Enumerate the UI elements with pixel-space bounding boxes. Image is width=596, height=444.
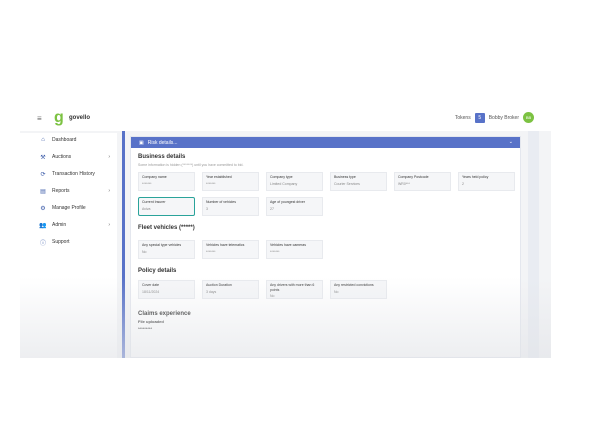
field-label: Vehicles have cameras [270, 243, 306, 247]
scrollbar[interactable] [528, 131, 539, 358]
field-current-insurer[interactable]: Current Insurer Aviva [138, 197, 195, 216]
field-company-type[interactable]: Company type Limited Company [266, 172, 323, 191]
field-label: Year established [206, 175, 232, 179]
tokens-label: Tokens [454, 114, 471, 121]
field-value: 2 [462, 181, 464, 186]
app-window: ≡ g govello Tokens 5 Bobby Broker BB ⌂ Da… [20, 107, 551, 358]
field-business-type[interactable]: Business type Courier Services [330, 172, 387, 191]
history-icon: ⟳ [40, 171, 46, 178]
field-year-established[interactable]: Year established ******* [202, 172, 259, 191]
field-label: Company Postcode [398, 175, 429, 179]
field-value: Limited Company [270, 181, 298, 186]
tokens-badge[interactable]: 5 [474, 112, 485, 123]
field-vehicles-have-telematics[interactable]: Vehicles have telematics ******* [202, 240, 259, 259]
sidebar-item-label: Reports [52, 188, 70, 194]
business-details-title: Business details [138, 154, 186, 160]
policy-details-title: Policy details [138, 268, 177, 274]
users-icon: 👥 [39, 222, 47, 229]
sidebar-item-dashboard[interactable]: ⌂ Dashboard [40, 137, 110, 143]
panel-title: Risk details... [147, 139, 178, 146]
avatar[interactable]: BB [523, 112, 534, 123]
field-vehicles-have-cameras[interactable]: Vehicles have cameras ******* [266, 240, 323, 259]
hidden-info-note: Some information is hidden (*******) unt… [138, 163, 244, 167]
logo[interactable]: g govello [54, 110, 90, 126]
sidebar-item-support[interactable]: ⓘ Support [40, 239, 110, 247]
field-value: 27 [270, 206, 274, 211]
menu-icon[interactable]: ≡ [37, 114, 42, 123]
field-label: Years held policy [462, 175, 489, 179]
field-age-of-youngest-driver[interactable]: Age of youngest driver 27 [266, 197, 323, 216]
field-cover-date[interactable]: Cover date 18/11/2024 [138, 280, 195, 299]
sidebar-item-label: Transaction History [52, 171, 95, 177]
report-icon: ▤ [40, 188, 46, 195]
field-label: Cover date [142, 283, 160, 287]
field-value: No [270, 294, 275, 298]
field-label: Age of youngest driver [270, 200, 306, 204]
field-value: ******* [270, 249, 280, 254]
sidebar-item-transaction-history[interactable]: ⟳ Transaction History [40, 171, 110, 178]
account-area: Tokens 5 Bobby Broker BB [455, 112, 534, 123]
field-years-held-policy[interactable]: Years held policy 2 [458, 172, 515, 191]
field-label: Vehicles have telematics [206, 243, 245, 247]
risk-details-panel: ▣ Risk details... ⌄ Business details Som… [130, 136, 521, 358]
chevron-right-icon: › [108, 154, 110, 160]
content-accent-bar [122, 131, 125, 358]
field-label: Any drivers with more than 6 points [270, 283, 315, 292]
sidebar-item-manage-profile[interactable]: ⚙ Manage Profile [40, 205, 110, 212]
field-label: Business type [334, 175, 356, 179]
field-value: 3 [206, 206, 208, 211]
field-label: Company type [270, 175, 293, 179]
field-value: No [334, 289, 339, 294]
info-icon: ⓘ [40, 240, 47, 247]
chevron-down-icon[interactable]: ⌄ [509, 139, 513, 145]
logo-text: govello [69, 115, 91, 121]
gear-icon: ⚙ [40, 205, 46, 212]
claims-value: ********* [138, 326, 153, 331]
gavel-icon: ⚒ [40, 154, 46, 161]
field-auction-duration[interactable]: Auction Duration 3 days [202, 280, 259, 299]
field-number-of-vehicles[interactable]: Number of vehicles 3 [202, 197, 259, 216]
field-any-restricted-convictions[interactable]: Any restricted convictions No [330, 280, 387, 299]
claims-file-status: File uploaded [138, 319, 164, 324]
field-any-special-type-vehicles[interactable]: Any special type vehicles No [138, 240, 195, 259]
sidebar-item-label: Support [52, 239, 70, 245]
sidebar-item-label: Dashboard [52, 137, 77, 143]
user-name[interactable]: Bobby Broker [489, 115, 519, 121]
top-bar: ≡ g govello Tokens 5 Bobby Broker BB [20, 107, 551, 131]
field-label: Auction Duration [206, 283, 232, 287]
sidebar-item-reports[interactable]: ▤ Reports › [40, 188, 110, 195]
fleet-vehicles-title: Fleet vehicles (*****) [138, 225, 195, 231]
field-value: ******* [206, 181, 216, 186]
field-value: No [142, 249, 147, 254]
field-label: Current Insurer [142, 200, 166, 204]
home-icon: ⌂ [41, 137, 45, 143]
sidebar-item-label: Auctions [52, 154, 72, 160]
field-value: Courier Services [334, 181, 360, 186]
sidebar-item-label: Admin [52, 222, 67, 228]
chevron-right-icon: › [108, 188, 110, 194]
field-value: Aviva [142, 206, 151, 211]
sidebar: ⌂ Dashboard ⚒ Auctions › ⟳ Transaction History… [20, 133, 117, 358]
field-label: Any restricted convictions [334, 283, 374, 287]
field-any-drivers-with-more-than-6-points[interactable]: Any drivers with more than 6 points No [266, 280, 323, 299]
panel-header[interactable]: ▣ Risk details... ⌄ [131, 137, 520, 148]
sidebar-item-auctions[interactable]: ⚒ Auctions › [40, 154, 110, 161]
document-icon: ▣ [139, 139, 144, 146]
field-company-name[interactable]: Company name ******* [138, 172, 195, 191]
sidebar-item-label: Manage Profile [52, 205, 86, 211]
field-value: WR0*** [398, 181, 410, 186]
claims-experience-title: Claims experience [138, 311, 191, 317]
field-label: Any special type vehicles [142, 243, 182, 247]
field-value: 3 days [206, 289, 217, 294]
field-label: Company name [142, 175, 167, 179]
logo-mark-icon: g [54, 109, 64, 126]
chevron-right-icon: › [108, 222, 110, 228]
field-value: ******* [142, 181, 152, 186]
sidebar-item-admin[interactable]: 👥 Admin › [39, 222, 110, 229]
field-value: 18/11/2024 [142, 289, 160, 294]
field-label: Number of vehicles [206, 200, 236, 204]
field-value: ******* [206, 249, 216, 254]
field-company-postcode[interactable]: Company Postcode WR0*** [394, 172, 451, 191]
